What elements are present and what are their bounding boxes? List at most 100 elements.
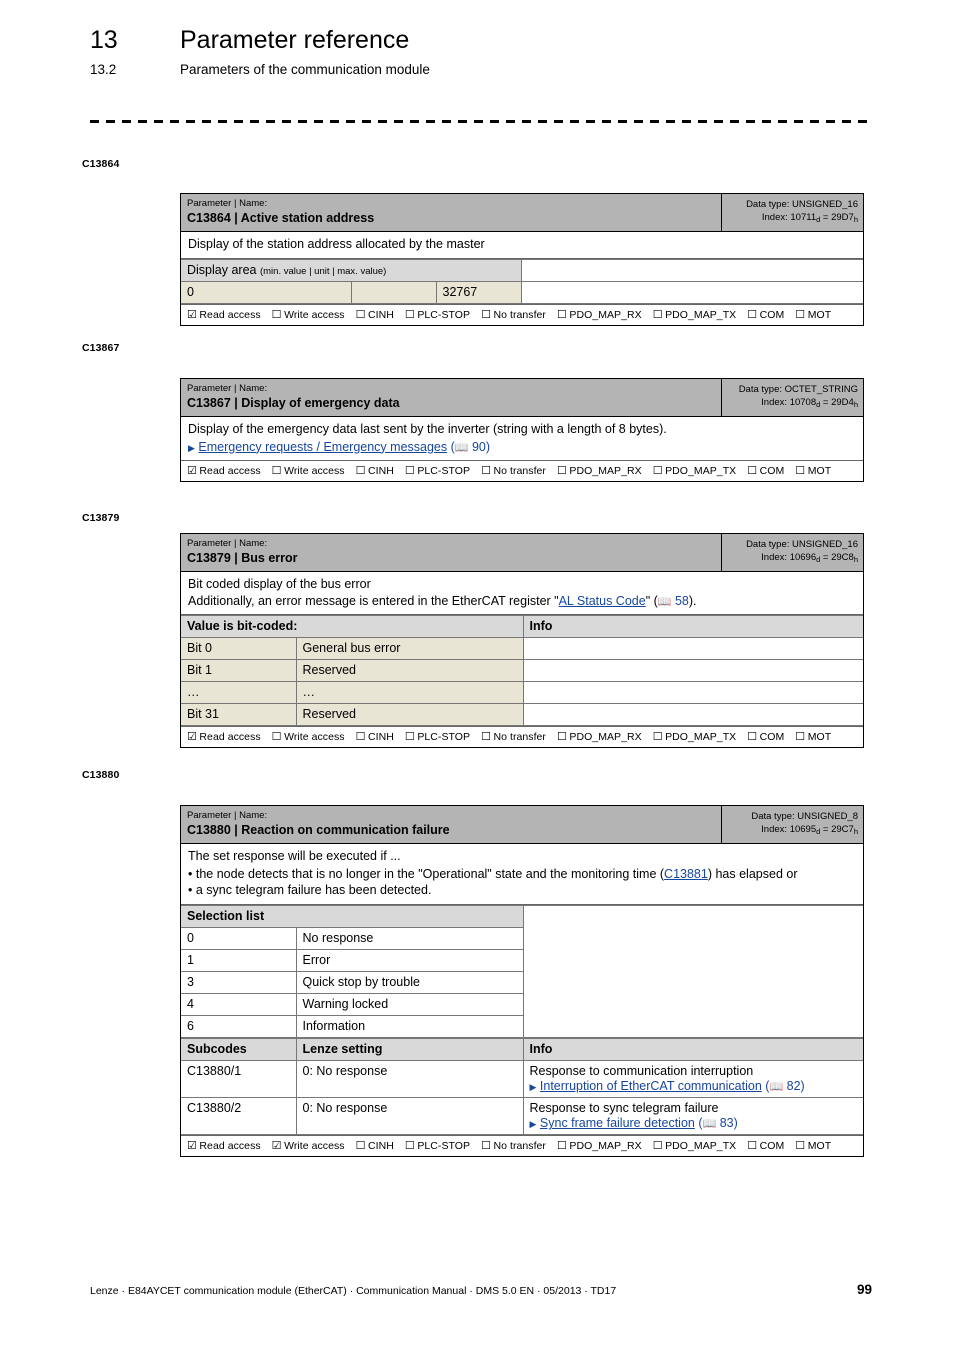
bit-info: [522, 703, 863, 727]
parameter-kind-label: Parameter | Name:: [187, 198, 268, 209]
checkbox-com-icon: ☐: [747, 1140, 758, 1153]
checkbox-notransfer-icon: ☐: [481, 465, 491, 478]
parameter-table-c13879: Parameter | Name: C13879 | Bus error Dat…: [180, 533, 864, 749]
checkbox-plcstop-icon: ☐: [404, 1140, 415, 1153]
parameter-title-block: Parameter | Name: C13864 | Active statio…: [181, 194, 721, 231]
subcode-setting: 0: No response: [295, 1060, 524, 1099]
checkbox-cinh-icon: ☐: [355, 465, 366, 478]
display-area-value-row: 0 32767: [181, 280, 863, 304]
checkbox-pdomaptx-icon: ☐: [652, 731, 663, 744]
checkbox-mot-icon: ☐: [795, 731, 806, 744]
subcode-id: C13880/1: [181, 1060, 297, 1099]
access-plcstop: ☐ PLC-STOP: [404, 731, 471, 744]
parameter-title-block: Parameter | Name: C13879 | Bus error: [181, 534, 721, 571]
checkbox-com-icon: ☐: [747, 308, 758, 321]
parameter-title-block: Parameter | Name: C13867 | Display of em…: [181, 379, 721, 416]
parameter-description: Display of the station address allocated…: [181, 232, 863, 259]
access-pdomaptx: ☐ PDO_MAP_TX: [652, 308, 737, 321]
parameter-datatype: Data type: OCTET_STRING: [738, 384, 858, 395]
bit-info: [522, 637, 863, 661]
parameter-title: C13867 | Display of emergency data: [187, 395, 400, 410]
cross-reference-line[interactable]: ▶ Interruption of EtherCAT communication…: [530, 1079, 858, 1093]
checkbox-cinh-icon: ☐: [355, 1140, 366, 1153]
c13881-link[interactable]: C13881: [664, 867, 708, 881]
display-area-empty-cell: [520, 258, 863, 282]
page-ref: (📖 82): [765, 1079, 805, 1094]
display-area-min: 0: [181, 280, 352, 304]
parameter-datatype: Data type: UNSIGNED_8: [751, 811, 858, 822]
condition-list: the node detects that is no longer in th…: [188, 866, 856, 900]
selection-label: Error: [295, 949, 524, 973]
checkbox-pdomaprx-icon: ☐: [556, 465, 567, 478]
display-area-table: Display area (min. value | unit | max. v…: [181, 258, 863, 304]
access-notransfer: ☐ No transfer: [481, 1140, 546, 1153]
checkbox-pdomaptx-icon: ☐: [652, 308, 663, 321]
parameter-index: Index: 10696d = 29C8h: [761, 551, 858, 564]
selection-list-table: Selection list 0 No response 1 Error 3 Q…: [181, 905, 863, 1039]
parameter-title-bar: Parameter | Name: C13864 | Active statio…: [181, 194, 863, 232]
checkbox-read-icon: ☑: [187, 308, 197, 321]
parameter-title: C13880 | Reaction on communication failu…: [187, 822, 450, 837]
subcode-info: Response to communication interruption ▶…: [522, 1060, 863, 1099]
triangle-bullet-icon: ▶: [529, 1082, 537, 1093]
checkbox-plcstop-icon: ☐: [404, 731, 415, 744]
book-icon: 📖: [702, 1118, 717, 1131]
access-pdomaprx: ☐ PDO_MAP_RX: [556, 1140, 642, 1153]
checkbox-pdomaprx-icon: ☐: [556, 308, 567, 321]
access-pdomaptx: ☐ PDO_MAP_TX: [652, 731, 737, 744]
checkbox-notransfer-icon: ☐: [481, 731, 491, 744]
access-mot: ☐ MOT: [795, 465, 832, 478]
parameter-datatype-block: Data type: UNSIGNED_16 Index: 10696d = 2…: [721, 534, 863, 571]
display-area-header-row: Display area (min. value | unit | max. v…: [181, 258, 863, 282]
checkbox-pdomaptx-icon: ☐: [652, 1140, 663, 1153]
cross-reference-link[interactable]: Interruption of EtherCAT communication: [540, 1079, 762, 1093]
margin-label-c13864: C13864: [82, 158, 120, 170]
access-pdomaptx: ☐ PDO_MAP_TX: [652, 1140, 737, 1153]
cross-reference-link[interactable]: Sync frame failure detection: [540, 1116, 695, 1130]
bitcoded-header-row: Value is bit-coded: Info: [181, 615, 863, 639]
bit-number: Bit 1: [181, 659, 297, 683]
checkbox-pdomaprx-icon: ☐: [556, 1140, 567, 1153]
parameter-title: C13879 | Bus error: [187, 550, 298, 565]
parameter-datatype-block: Data type: UNSIGNED_16 Index: 10711d = 2…: [721, 194, 863, 231]
document-page: 13 Parameter reference 13.2 Parameters o…: [0, 0, 954, 1350]
access-notransfer: ☐ No transfer: [481, 465, 546, 478]
access-pdomaprx: ☐ PDO_MAP_RX: [556, 465, 642, 478]
parameter-title-block: Parameter | Name: C13880 | Reaction on c…: [181, 806, 721, 843]
bit-number: Bit 31: [181, 703, 297, 727]
page-ref: (📖 83): [698, 1116, 738, 1131]
parameter-kind-label: Parameter | Name:: [187, 383, 268, 394]
subcodes-header-row: Subcodes Lenze setting Info: [181, 1038, 863, 1062]
access-cinh: ☐ CINH: [355, 308, 394, 321]
table-row: … …: [181, 681, 863, 705]
book-icon: 📖: [769, 1081, 784, 1094]
cross-reference-link[interactable]: Emergency requests / Emergency messages: [198, 440, 447, 454]
access-write: ☐ Write access: [271, 465, 345, 478]
checkbox-plcstop-icon: ☐: [404, 465, 415, 478]
access-com: ☐ COM: [747, 731, 785, 744]
cross-reference-line[interactable]: ▶ Sync frame failure detection (📖 83): [530, 1116, 858, 1130]
subcode-info-text: Response to sync telegram failure: [529, 1101, 719, 1116]
checkbox-notransfer-icon: ☐: [481, 308, 491, 321]
access-pdomaprx: ☐ PDO_MAP_RX: [556, 731, 642, 744]
table-row: C13880/1 0: No response Response to comm…: [181, 1060, 863, 1099]
access-pdomaptx: ☐ PDO_MAP_TX: [652, 465, 737, 478]
selection-value: 6: [181, 1015, 297, 1039]
access-rights-row-c13880: ☑ Read access ☑ Write access ☐ CINH ☐ PLC-STOP ☐…: [181, 1135, 863, 1156]
cross-reference-line[interactable]: ▶ Emergency requests / Emergency message…: [188, 439, 856, 456]
al-status-code-link[interactable]: AL Status Code: [559, 594, 646, 608]
selection-label: Warning locked: [295, 993, 524, 1017]
parameter-title-bar: Parameter | Name: C13867 | Display of em…: [181, 379, 863, 417]
book-icon: 📖: [454, 441, 469, 454]
info-header: Info: [522, 1038, 863, 1062]
checkbox-pdomaptx-icon: ☐: [652, 465, 663, 478]
page-ref: 📖 58: [657, 593, 689, 608]
selection-empty-cell: [522, 905, 863, 1039]
parameter-description: Display of the emergency data last sent …: [181, 417, 863, 460]
checkbox-com-icon: ☐: [747, 465, 758, 478]
checkbox-write-icon: ☑: [271, 1140, 282, 1153]
bit-meaning: Reserved: [295, 703, 524, 727]
access-cinh: ☐ CINH: [355, 1140, 394, 1153]
parameter-datatype: Data type: UNSIGNED_16: [746, 199, 858, 210]
header-divider: [90, 120, 870, 123]
